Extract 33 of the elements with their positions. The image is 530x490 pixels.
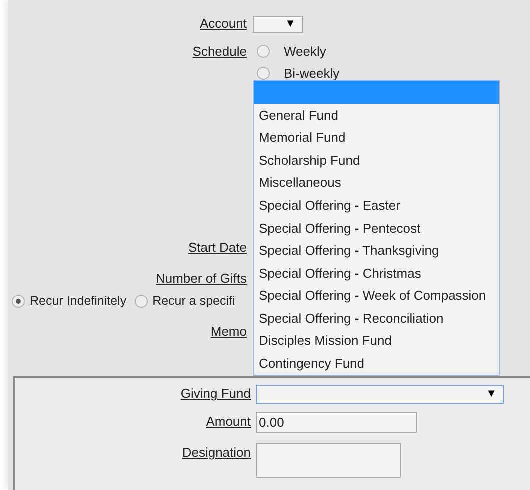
radio-button[interactable] <box>12 294 25 308</box>
radio-label: Recur a specifi <box>152 292 236 310</box>
field-label: Start Date <box>188 239 247 258</box>
dropdown-option[interactable]: Miscellaneous <box>254 172 499 194</box>
dropdown-option[interactable]: Special Offering - Thanksgiving <box>254 240 499 262</box>
designation-field[interactable] <box>256 443 401 478</box>
radio-button[interactable] <box>257 45 270 58</box>
dropdown-option[interactable]: Contingency Fund <box>254 352 499 376</box>
field-label: Number of Gifts <box>156 270 247 288</box>
dropdown-option[interactable] <box>254 81 499 104</box>
field-label: Account <box>200 15 247 34</box>
dropdown-option[interactable]: Scholarship Fund <box>254 149 499 172</box>
dropdown-option[interactable]: Special Offering - Christmas <box>254 262 499 285</box>
radio-button[interactable] <box>257 66 270 80</box>
field-label: Schedule <box>192 43 247 61</box>
radio-label: Bi-weekly <box>284 64 340 82</box>
dropdown-option[interactable]: General Fund <box>254 104 499 127</box>
dropdown-option[interactable]: Special Offering - Reconciliation <box>254 307 499 330</box>
dropdown-option[interactable]: Memorial Fund <box>254 126 499 150</box>
dropdown-option[interactable]: Disciples Mission Fund <box>254 330 499 353</box>
account-select[interactable]: ▼ <box>253 16 303 32</box>
radio-label: Weekly <box>284 43 326 61</box>
radio-button[interactable] <box>134 294 148 308</box>
field-label: Memo <box>210 323 247 342</box>
radio-label: Recur Indefinitely <box>30 292 127 310</box>
field-label: Giving Fund <box>180 385 251 404</box>
dropdown-option[interactable]: Special Offering - Week of Compassion <box>254 284 499 308</box>
giving-fund-select[interactable]: ▼ <box>256 384 504 404</box>
dropdown-option[interactable]: Special Offering - Pentecost <box>254 216 499 240</box>
field-label: Designation <box>182 444 251 462</box>
dropdown-option[interactable]: Special Offering - Easter <box>254 194 499 217</box>
field-label: Amount <box>206 413 251 431</box>
amount-field[interactable]: 0.00 <box>256 412 417 433</box>
